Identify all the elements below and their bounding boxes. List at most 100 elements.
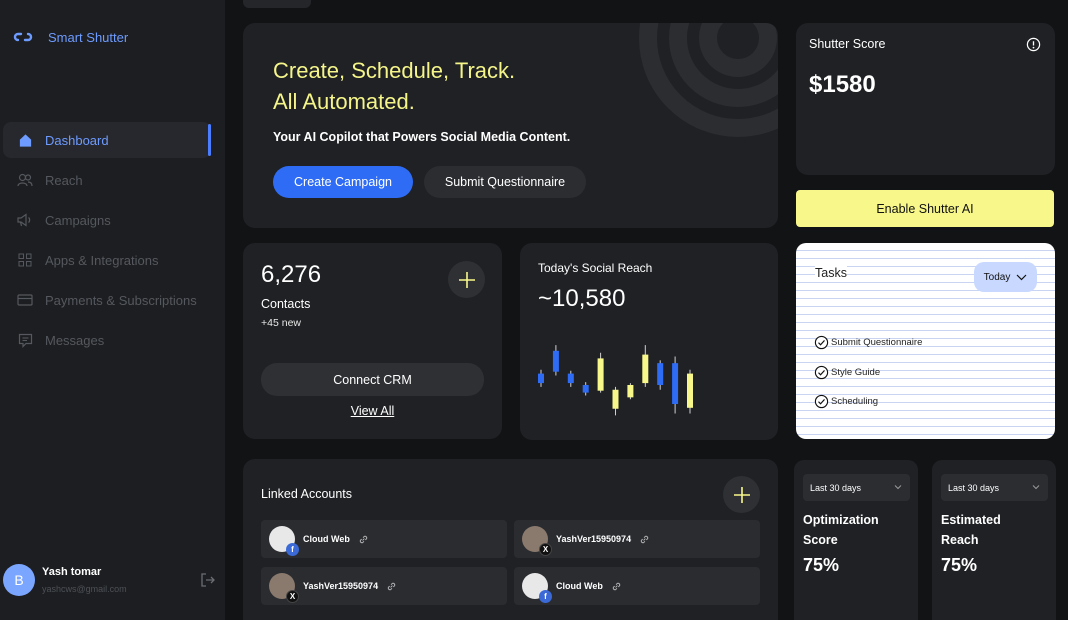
candle-body (538, 373, 544, 384)
metric-label: Optimization Score (803, 513, 879, 547)
facebook-icon: f (286, 543, 299, 556)
sidebar: Smart Shutter Dashboard Reach Campaigns … (0, 0, 225, 620)
linked-account-item[interactable]: f Cloud Web (514, 567, 760, 605)
sidebar-item-label: Apps & Integrations (45, 252, 159, 268)
megaphone-icon (17, 212, 33, 228)
sidebar-item-label: Messages (45, 332, 105, 348)
score-value: $1580 (809, 71, 876, 98)
contacts-label: Contacts (261, 297, 311, 311)
link-icon[interactable] (639, 534, 650, 545)
brand-name: Smart Shutter (48, 29, 129, 45)
candle (597, 352, 604, 393)
hero-title-line2: All Automated. (273, 89, 415, 114)
linked-account-item[interactable]: f Cloud Web (261, 520, 507, 558)
check-circle-icon (814, 394, 829, 409)
reach-candlestick-chart (538, 345, 693, 416)
grid-icon (17, 252, 33, 268)
users-icon (17, 172, 33, 188)
candle-body (642, 354, 649, 384)
sidebar-item-messages[interactable]: Messages (3, 322, 211, 358)
candle-body (672, 363, 679, 404)
chevron-down-icon (1032, 485, 1040, 490)
hero-title: Create, Schedule, Track. All Automated. (273, 55, 603, 117)
candle-body (552, 350, 559, 372)
sidebar-item-apps-integrations[interactable]: Apps & Integrations (3, 242, 211, 278)
period-label: Last 30 days (810, 482, 862, 493)
tasks-title: Tasks (815, 266, 847, 280)
linked-accounts-card: Linked Accounts f Cloud Web X YashVer159… (243, 459, 778, 620)
tasks-filter-label: Today (983, 271, 1011, 283)
hero-title-line1: Create, Schedule, Track. (273, 58, 516, 83)
linked-account-item[interactable]: X YashVer15950974 (261, 567, 507, 605)
brand[interactable]: Smart Shutter (12, 28, 128, 46)
sidebar-item-payments-subscriptions[interactable]: Payments & Subscriptions (3, 282, 211, 318)
account-avatar: X (269, 573, 299, 603)
task-item-style-guide[interactable]: Style Guide (814, 365, 880, 380)
contacts-card: 6,276 Contacts +45 new Connect CRM View … (243, 243, 502, 439)
candle (552, 345, 559, 376)
score-label: Shutter Score (809, 37, 886, 51)
logout-icon[interactable] (200, 572, 216, 588)
candle-body (612, 389, 619, 409)
plus-icon (458, 271, 475, 288)
shutter-score-card: Shutter Score $1580 (796, 23, 1055, 175)
message-icon (17, 332, 33, 348)
sidebar-item-dashboard[interactable]: Dashboard (3, 122, 211, 158)
period-dropdown[interactable]: Last 30 days (941, 474, 1048, 501)
candle (657, 360, 664, 390)
add-account-button[interactable] (723, 476, 760, 513)
social-reach-card: Today's Social Reach ~10,580 (520, 243, 778, 440)
plus-icon (733, 486, 750, 503)
check-circle-icon (814, 335, 829, 350)
add-contact-button[interactable] (448, 261, 485, 298)
link-icon[interactable] (358, 534, 369, 545)
view-all-link[interactable]: View All (243, 404, 502, 418)
contacts-count: 6,276 (261, 261, 322, 288)
period-dropdown[interactable]: Last 30 days (803, 474, 910, 501)
link-icon[interactable] (611, 581, 622, 592)
candle (627, 383, 634, 400)
account-avatar: X (522, 526, 552, 556)
credit-card-icon (17, 292, 33, 308)
check-circle-icon (814, 365, 829, 380)
candle (672, 356, 679, 414)
linked-account-item[interactable]: X YashVer15950974 (514, 520, 760, 558)
account-name: Cloud Web (556, 581, 603, 591)
create-campaign-button[interactable]: Create Campaign (273, 166, 413, 198)
account-name: YashVer15950974 (303, 581, 379, 591)
tasks-filter-dropdown[interactable]: Today (974, 262, 1037, 292)
info-icon[interactable] (1026, 37, 1041, 52)
task-label: Submit Questionnaire (831, 337, 923, 348)
avatar[interactable]: B (3, 564, 35, 596)
x-icon: X (539, 543, 552, 556)
account-avatar: f (522, 573, 552, 603)
top-tab-stub (243, 0, 311, 8)
candle-body (597, 358, 604, 391)
logo-icon (13, 32, 33, 42)
period-label: Last 30 days (948, 482, 1000, 493)
user-name: Yash tomar (42, 566, 102, 578)
sidebar-item-reach[interactable]: Reach (3, 162, 211, 198)
account-name: YashVer15950974 (556, 534, 632, 544)
sidebar-item-label: Dashboard (45, 132, 109, 148)
sidebar-item-campaigns[interactable]: Campaigns (3, 202, 211, 238)
task-item-submit-questionnaire[interactable]: Submit Questionnaire (814, 335, 922, 350)
hero-subtitle: Your AI Copilot that Powers Social Media… (273, 130, 571, 144)
sidebar-item-label: Payments & Subscriptions (45, 292, 197, 308)
submit-questionnaire-button[interactable]: Submit Questionnaire (424, 166, 586, 198)
enable-shutter-ai-button[interactable]: Enable Shutter AI (796, 190, 1054, 227)
account-name: Cloud Web (303, 534, 350, 544)
task-item-scheduling[interactable]: Scheduling (814, 394, 878, 409)
task-label: Style Guide (831, 367, 881, 378)
link-icon[interactable] (386, 581, 397, 592)
sidebar-nav: Dashboard Reach Campaigns Apps & Integra… (3, 122, 211, 362)
candle-body (687, 373, 693, 408)
chevron-down-icon (1016, 274, 1027, 280)
connect-crm-button[interactable]: Connect CRM (261, 363, 484, 396)
sidebar-item-label: Campaigns (45, 212, 111, 228)
candle-body (657, 363, 664, 385)
user-profile: B Yash tomar yashcws@gmail.com (3, 562, 218, 598)
estimated-reach-card: Last 30 days Estimated Reach 75% (932, 460, 1056, 620)
tasks-card: Tasks Today Submit Questionnaire Style G… (796, 243, 1055, 439)
chevron-down-icon (894, 485, 902, 490)
